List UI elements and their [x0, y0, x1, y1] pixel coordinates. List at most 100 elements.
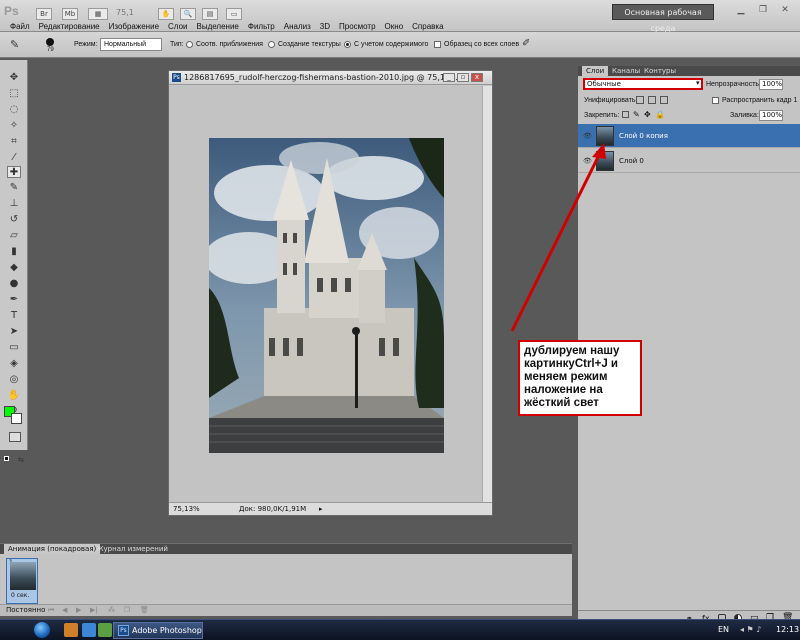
- menu-3d[interactable]: 3D: [320, 22, 330, 31]
- arrange-documents-button[interactable]: ▤: [202, 8, 218, 20]
- background-color-swatch[interactable]: [11, 413, 22, 424]
- eyedropper-tool-icon[interactable]: ⁄: [7, 152, 21, 164]
- hand-tool-icon[interactable]: ✋: [7, 390, 21, 402]
- workspace-switcher[interactable]: Основная рабочая среда: [612, 4, 714, 33]
- type-content-aware-radio[interactable]: [344, 41, 351, 48]
- layer-row-base[interactable]: 👁 Слой 0: [578, 149, 800, 173]
- delete-frame-icon[interactable]: 🗑: [140, 606, 149, 614]
- 3d-orbit-tool-icon[interactable]: ◎: [7, 374, 21, 386]
- document-title-bar[interactable]: Ps 1286817695_rudolf-herczog-fishermans-…: [169, 71, 492, 85]
- hand-tool-button[interactable]: ✋: [158, 8, 174, 20]
- healing-brush-icon[interactable]: ✎: [10, 38, 24, 52]
- zoom-tool-button[interactable]: 🔍: [180, 8, 196, 20]
- 3d-rotate-tool-icon[interactable]: ◈: [7, 358, 21, 370]
- menu-layers[interactable]: Слои: [168, 22, 187, 31]
- lock-position-icon[interactable]: ✥: [644, 110, 651, 119]
- menu-image[interactable]: Изображение: [109, 22, 159, 31]
- brush-tool-icon[interactable]: ✎: [7, 182, 21, 194]
- unify-style-icon[interactable]: [660, 96, 668, 104]
- menu-help[interactable]: Справка: [412, 22, 443, 31]
- start-button-icon[interactable]: [34, 622, 50, 638]
- lock-all-icon[interactable]: 🔒: [655, 110, 665, 119]
- default-colors-icon[interactable]: [4, 456, 9, 461]
- media-icon[interactable]: [98, 623, 112, 637]
- quick-mask-icon[interactable]: [9, 432, 21, 442]
- prev-frame-icon[interactable]: ◀: [62, 606, 67, 614]
- pen-tool-icon[interactable]: ✒: [7, 294, 21, 306]
- propagate-frame-checkbox[interactable]: [712, 97, 719, 104]
- clone-stamp-tool-icon[interactable]: ⊥: [7, 198, 21, 210]
- doc-restore-icon[interactable]: ▫: [457, 73, 469, 82]
- taskbar-photoshop[interactable]: Ps Adobe Photoshop ...: [113, 622, 203, 639]
- language-indicator[interactable]: EN: [718, 625, 729, 634]
- unify-position-icon[interactable]: [636, 96, 644, 104]
- tween-icon[interactable]: ⁂: [108, 606, 115, 614]
- menu-filter[interactable]: Фильтр: [248, 22, 275, 31]
- tab-paths[interactable]: Контуры: [640, 66, 680, 76]
- dodge-tool-icon[interactable]: ●: [7, 278, 21, 290]
- marquee-tool-icon[interactable]: ⬚: [7, 88, 21, 100]
- gradient-tool-icon[interactable]: ▮: [7, 246, 21, 258]
- mode-select[interactable]: Нормальный: [100, 38, 162, 51]
- menu-window[interactable]: Окно: [385, 22, 404, 31]
- layer-name[interactable]: Слой 0 копия: [619, 132, 668, 140]
- path-selection-tool-icon[interactable]: ➤: [7, 326, 21, 338]
- move-tool-icon[interactable]: ✥: [7, 72, 21, 84]
- tab-measurement-log[interactable]: Журнал измерений: [92, 544, 172, 554]
- next-frame-icon[interactable]: ▶|: [90, 606, 98, 614]
- loop-select[interactable]: Постоянно: [6, 606, 45, 614]
- menu-select[interactable]: Выделение: [196, 22, 238, 31]
- fill-field[interactable]: 100%: [759, 110, 783, 121]
- tab-layers[interactable]: Слои: [582, 66, 609, 76]
- doc-close-icon[interactable]: x: [471, 73, 483, 82]
- explorer-icon[interactable]: [64, 623, 78, 637]
- swap-colors-icon[interactable]: ⇆: [18, 456, 24, 464]
- sample-all-checkbox[interactable]: [434, 41, 441, 48]
- tab-animation[interactable]: Анимация (покадровая): [4, 544, 101, 554]
- layer-name[interactable]: Слой 0: [619, 157, 644, 165]
- tray-icons[interactable]: ◂ ⚑ ♪: [740, 625, 761, 634]
- minimize-icon[interactable]: ▁: [734, 4, 748, 16]
- clock[interactable]: 12:13: [776, 625, 799, 634]
- brush-preview-icon[interactable]: [46, 38, 54, 46]
- menu-analysis[interactable]: Анализ: [284, 22, 311, 31]
- quick-select-tool-icon[interactable]: ✧: [7, 120, 21, 132]
- play-icon[interactable]: ▶: [76, 606, 81, 614]
- healing-brush-tool-icon[interactable]: ✚: [7, 166, 21, 178]
- zoom-level[interactable]: 75,1: [116, 8, 146, 20]
- history-brush-tool-icon[interactable]: ↺: [7, 214, 21, 226]
- blend-dropdown-icon[interactable]: ▾: [696, 79, 700, 87]
- bridge-button[interactable]: Br: [36, 8, 52, 20]
- type-texture-radio[interactable]: [268, 41, 275, 48]
- lock-transparency-icon[interactable]: [622, 111, 629, 118]
- pressure-icon[interactable]: ✐: [522, 38, 534, 52]
- menu-edit[interactable]: Редактирование: [39, 22, 100, 31]
- frame-duration[interactable]: 0 сек.: [11, 592, 29, 599]
- duplicate-frame-icon[interactable]: ❐: [124, 606, 130, 614]
- first-frame-icon[interactable]: ⏮: [48, 606, 54, 615]
- type-tool-icon[interactable]: T: [7, 310, 21, 322]
- type-proximity-radio[interactable]: [186, 41, 193, 48]
- eraser-tool-icon[interactable]: ▱: [7, 230, 21, 242]
- mini-bridge-button[interactable]: Mb: [62, 8, 78, 20]
- screen-mode-button[interactable]: ▭: [226, 8, 242, 20]
- unify-visibility-icon[interactable]: [648, 96, 656, 104]
- animation-frame[interactable]: 1 0 сек.: [6, 558, 38, 604]
- restore-icon[interactable]: ❐: [756, 4, 770, 16]
- menu-file[interactable]: Файл: [10, 22, 30, 31]
- lock-pixels-icon[interactable]: ✎: [633, 110, 640, 119]
- view-extras-button[interactable]: ▦: [88, 8, 108, 20]
- tab-channels[interactable]: Каналы: [608, 66, 644, 76]
- status-arrow-icon[interactable]: ▸: [319, 503, 323, 515]
- blend-mode-select[interactable]: Обычные: [583, 78, 703, 90]
- browser-icon[interactable]: [82, 623, 96, 637]
- photo-fishermans-bastion[interactable]: [209, 138, 444, 453]
- layer-row-copy[interactable]: 👁 Слой 0 копия: [578, 124, 800, 148]
- crop-tool-icon[interactable]: ⌗: [7, 136, 21, 148]
- opacity-field[interactable]: 100%: [759, 79, 783, 90]
- close-icon[interactable]: ✕: [778, 4, 792, 16]
- lasso-tool-icon[interactable]: ◌: [7, 104, 21, 116]
- menu-view[interactable]: Просмотр: [339, 22, 376, 31]
- blur-tool-icon[interactable]: ◆: [7, 262, 21, 274]
- status-zoom[interactable]: 75,13%: [173, 503, 200, 515]
